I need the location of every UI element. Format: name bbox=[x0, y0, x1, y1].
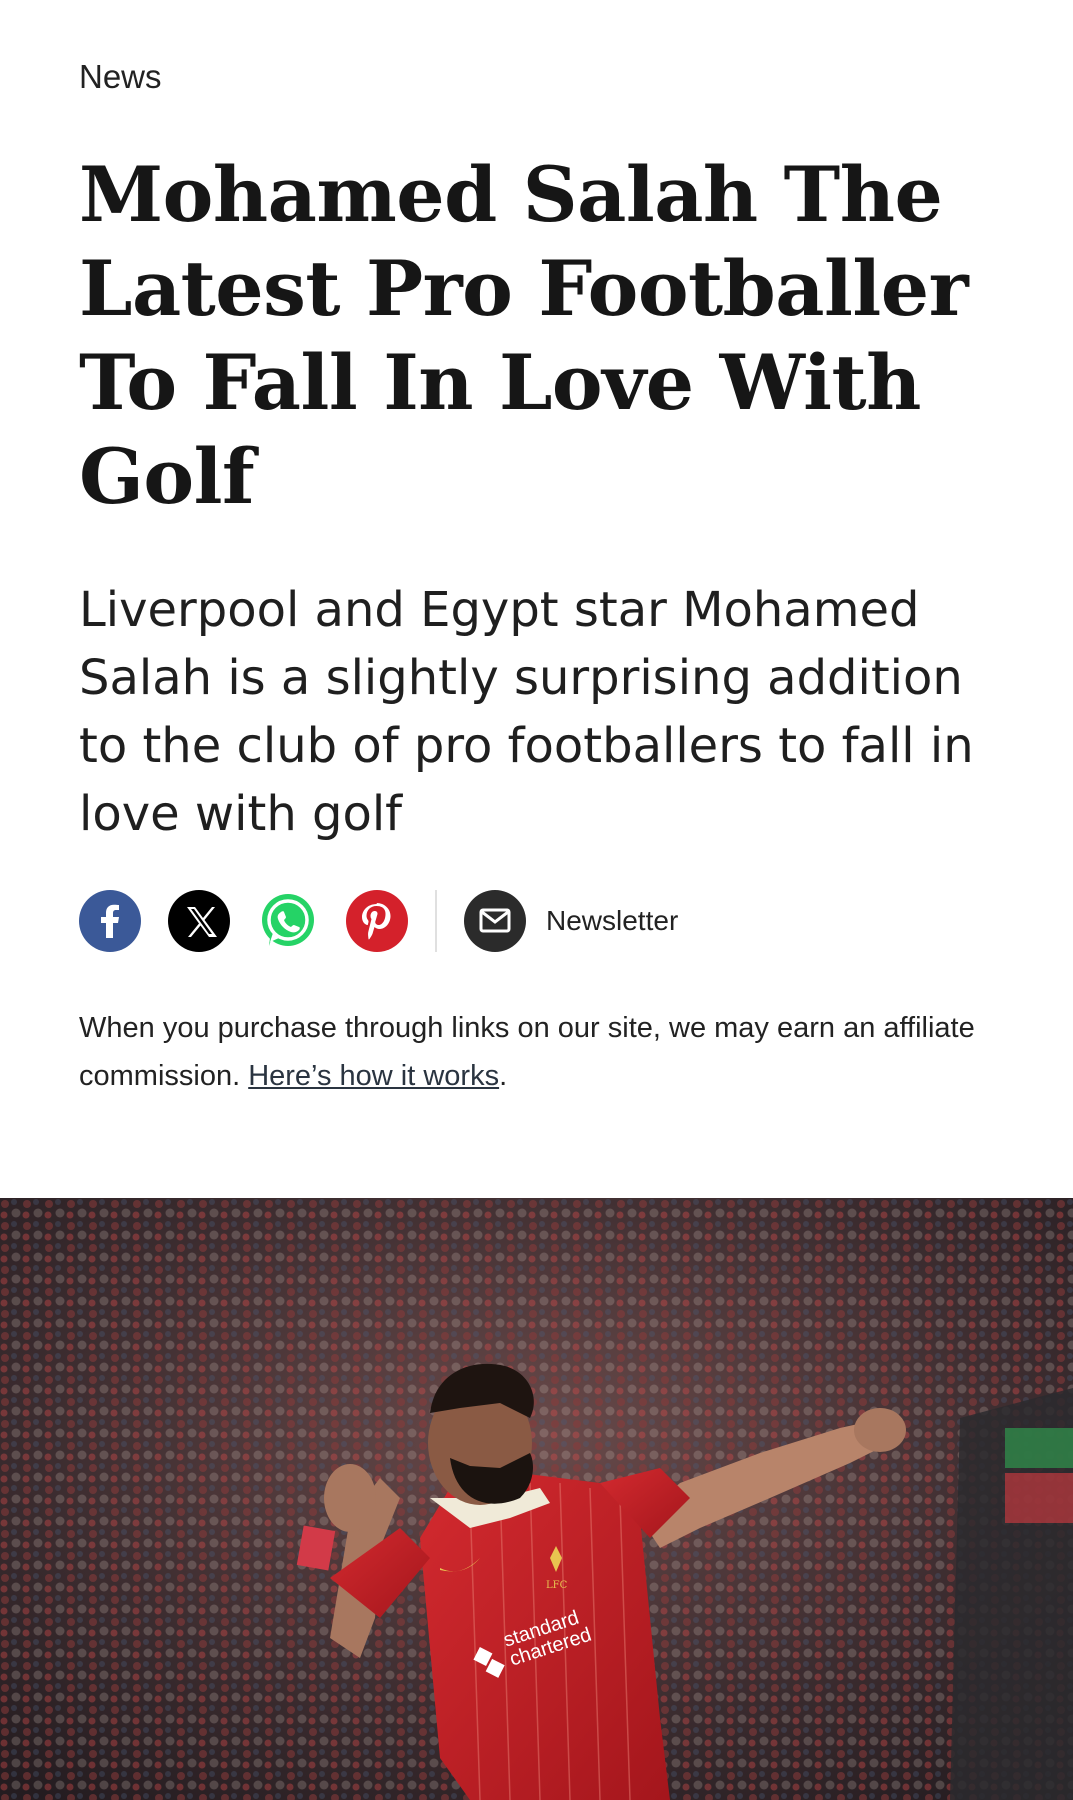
pinterest-share-button[interactable] bbox=[346, 890, 408, 952]
facebook-icon bbox=[101, 904, 119, 938]
pinterest-icon bbox=[362, 903, 391, 940]
x-icon bbox=[187, 907, 217, 937]
affiliate-disclaimer: When you purchase through links on our s… bbox=[79, 1004, 979, 1100]
disclaimer-text: When you purchase through links on our s… bbox=[79, 1012, 975, 1092]
x-share-button[interactable] bbox=[168, 890, 230, 952]
newsletter-button[interactable] bbox=[464, 890, 526, 952]
how-it-works-link[interactable]: Here’s how it works bbox=[248, 1060, 499, 1092]
hero-photo: LFC standard chartered bbox=[0, 1198, 1073, 1800]
disclaimer-end: . bbox=[499, 1060, 508, 1092]
category-link[interactable]: News bbox=[79, 58, 162, 96]
share-bar: Newsletter bbox=[79, 890, 678, 952]
standfirst: Liverpool and Egypt star Mohamed Salah i… bbox=[79, 582, 974, 842]
newsletter-label[interactable]: Newsletter bbox=[546, 905, 678, 937]
whatsapp-share-button[interactable] bbox=[257, 890, 319, 952]
mail-icon bbox=[479, 908, 511, 933]
facebook-share-button[interactable] bbox=[79, 890, 141, 952]
headline: Mohamed Salah The Latest Pro Footballer … bbox=[79, 150, 969, 521]
hero-image: LFC standard chartered bbox=[0, 1198, 1073, 1800]
share-divider bbox=[435, 890, 437, 952]
crest-text: LFC bbox=[546, 1580, 568, 1591]
whatsapp-icon bbox=[262, 894, 314, 946]
